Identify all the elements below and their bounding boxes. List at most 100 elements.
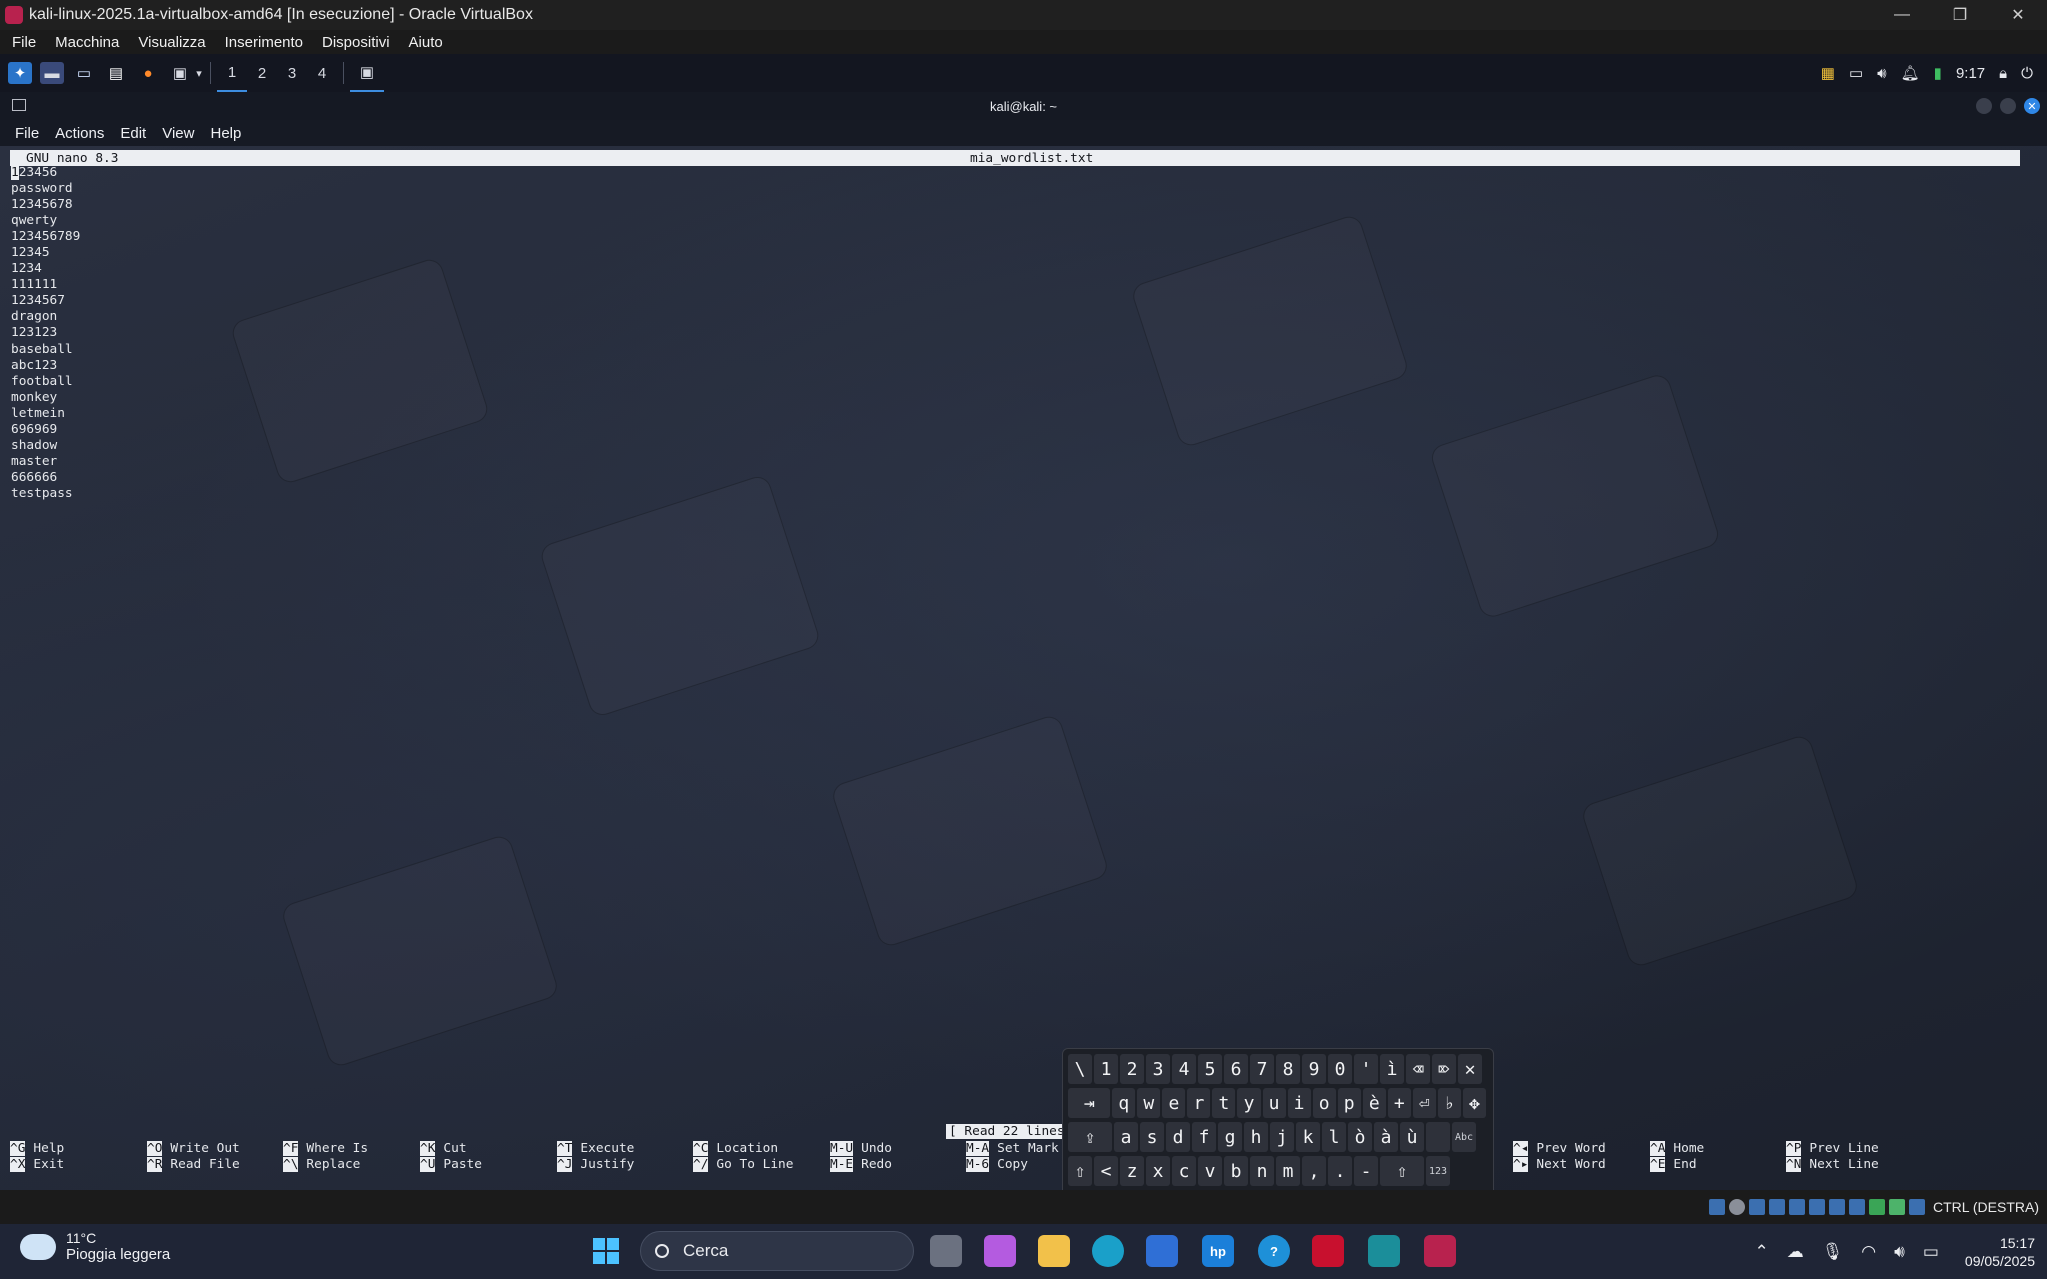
mcafee-icon[interactable] xyxy=(1312,1235,1344,1267)
speaker-icon[interactable]: 🔊︎ xyxy=(1894,1242,1905,1262)
chevron-down-icon[interactable]: ▾ xyxy=(194,62,204,84)
osk-key[interactable]: h xyxy=(1244,1122,1268,1152)
osk-key[interactable]: j xyxy=(1270,1122,1294,1152)
osk-key[interactable]: a xyxy=(1114,1122,1138,1152)
usb-icon[interactable] xyxy=(1788,1199,1805,1215)
weather-widget[interactable]: 11°C Pioggia leggera xyxy=(20,1230,170,1263)
osk-key[interactable]: d xyxy=(1166,1122,1190,1152)
osk-key[interactable]: 2 xyxy=(1120,1054,1144,1084)
terminal-menu-edit[interactable]: Edit xyxy=(120,125,146,142)
osk-key[interactable]: k xyxy=(1296,1122,1320,1152)
vbox-menu-visualizza[interactable]: Visualizza xyxy=(138,34,205,51)
battery-icon[interactable]: ▭ xyxy=(1923,1242,1939,1262)
terminal-menu-actions[interactable]: Actions xyxy=(55,125,104,142)
recording-icon[interactable] xyxy=(1848,1199,1865,1215)
osk-key[interactable]: ⇧ xyxy=(1380,1156,1424,1186)
osk-key[interactable]: q xyxy=(1112,1088,1136,1118)
osk-key[interactable]: b xyxy=(1224,1156,1248,1186)
terminal-maximize-button[interactable] xyxy=(2000,98,2016,114)
text-editor-icon[interactable]: ▤ xyxy=(104,62,128,84)
copilot-icon[interactable] xyxy=(984,1235,1016,1267)
osk-key[interactable]: ⇪ xyxy=(1068,1122,1112,1152)
osk-key[interactable]: f xyxy=(1192,1122,1216,1152)
desktop-icon[interactable]: ▬ xyxy=(40,62,64,84)
osk-key[interactable]: x xyxy=(1146,1156,1170,1186)
workspace-1[interactable]: 1 xyxy=(217,54,247,92)
osk-key[interactable]: , xyxy=(1302,1156,1326,1186)
vbox-menu-aiuto[interactable]: Aiuto xyxy=(409,34,443,51)
vbox-menu-macchina[interactable]: Macchina xyxy=(55,34,119,51)
taskbar-clock[interactable]: 15:17 09/05/2025 xyxy=(1965,1234,2035,1270)
display-icon[interactable] xyxy=(1828,1199,1845,1215)
osk-key[interactable]: l xyxy=(1322,1122,1346,1152)
osk-key[interactable]: ⏎ xyxy=(1412,1088,1436,1118)
osk-key[interactable]: u xyxy=(1262,1088,1286,1118)
osk-key[interactable]: à xyxy=(1374,1122,1398,1152)
osk-key[interactable]: ù xyxy=(1400,1122,1424,1152)
osk-key[interactable]: v xyxy=(1198,1156,1222,1186)
vbox-menu-dispositivi[interactable]: Dispositivi xyxy=(322,34,390,51)
osk-key[interactable]: p xyxy=(1337,1088,1361,1118)
terminal-menu-view[interactable]: View xyxy=(162,125,194,142)
keyboard-capture-icon[interactable] xyxy=(1908,1199,1925,1215)
osk-key[interactable]: n xyxy=(1250,1156,1274,1186)
osk-key[interactable] xyxy=(1426,1122,1450,1152)
microphone-icon[interactable]: 🎙︎ xyxy=(1822,1242,1844,1262)
osk-key[interactable]: r xyxy=(1187,1088,1211,1118)
osk-key[interactable]: ⇧ xyxy=(1068,1156,1092,1186)
file-manager-icon[interactable]: ▭ xyxy=(72,62,96,84)
osk-key[interactable]: w xyxy=(1137,1088,1161,1118)
terminal-body[interactable]: GNU nano 8.3 mia_wordlist.txt 123456 pass… xyxy=(0,146,2047,1228)
shared-folders-icon[interactable] xyxy=(1808,1199,1825,1215)
logout-icon[interactable]: ⏻ xyxy=(2021,65,2033,82)
osk-key[interactable]: ì xyxy=(1380,1054,1404,1084)
lock-icon[interactable]: 🔒︎ xyxy=(1999,65,2007,82)
workspace-2[interactable]: 2 xyxy=(247,54,277,92)
osk-key[interactable]: . xyxy=(1328,1156,1352,1186)
notification-bell-icon[interactable]: 🔔︎ xyxy=(1901,64,1920,82)
volume-icon[interactable]: 🔊︎ xyxy=(1877,65,1886,82)
start-button[interactable] xyxy=(590,1235,622,1267)
edge-icon[interactable] xyxy=(1092,1235,1124,1267)
power-manager-icon[interactable]: ▮ xyxy=(1934,64,1942,82)
osk-key[interactable]: m xyxy=(1276,1156,1300,1186)
vbox-menu-inserimento[interactable]: Inserimento xyxy=(225,34,303,51)
close-button[interactable]: ✕ xyxy=(1989,0,2047,30)
mouse-integration-icon[interactable] xyxy=(1888,1199,1905,1215)
optical-drive-icon[interactable] xyxy=(1728,1199,1745,1215)
osk-key[interactable]: c xyxy=(1172,1156,1196,1186)
vbox-menu-file[interactable]: File xyxy=(12,34,36,51)
taskbar-search[interactable]: Cerca xyxy=(640,1231,914,1271)
osk-key[interactable]: e xyxy=(1162,1088,1186,1118)
osk-key[interactable]: ⌫ xyxy=(1406,1054,1430,1084)
taskbar-terminal-window[interactable]: ▣ xyxy=(350,54,384,92)
osk-key[interactable]: ⇥ xyxy=(1068,1088,1111,1118)
osk-key[interactable]: \ xyxy=(1068,1054,1092,1084)
wifi-icon[interactable]: ◠ xyxy=(1861,1242,1876,1262)
osk-key[interactable]: 123 xyxy=(1426,1156,1450,1186)
osk-key[interactable]: ⌦ xyxy=(1432,1054,1456,1084)
osk-key[interactable]: ♭ xyxy=(1437,1088,1461,1118)
file-explorer-icon[interactable] xyxy=(1038,1235,1070,1267)
osk-key[interactable]: ' xyxy=(1354,1054,1378,1084)
microsoft-store-icon[interactable] xyxy=(1146,1235,1178,1267)
workspace-3[interactable]: 3 xyxy=(277,54,307,92)
network-icon[interactable] xyxy=(1768,1199,1785,1215)
osk-key[interactable]: 0 xyxy=(1328,1054,1352,1084)
osk-key[interactable]: 1 xyxy=(1094,1054,1118,1084)
panel-clock[interactable]: 9:17 xyxy=(1956,65,1985,82)
terminal-close-button[interactable]: ✕ xyxy=(2024,98,2040,114)
osk-key[interactable]: Abc xyxy=(1452,1122,1476,1152)
restore-button[interactable]: ❐ xyxy=(1931,0,1989,30)
terminal-icon[interactable]: ▣ xyxy=(168,62,192,84)
osk-key[interactable]: ✕ xyxy=(1458,1054,1482,1084)
virtualbox-taskbar-icon[interactable] xyxy=(1424,1235,1456,1267)
myhp-icon[interactable]: hp xyxy=(1202,1235,1234,1267)
osk-key[interactable]: ò xyxy=(1348,1122,1372,1152)
cpu-icon[interactable] xyxy=(1868,1199,1885,1215)
terminal-menu-help[interactable]: Help xyxy=(210,125,241,142)
osk-key[interactable]: t xyxy=(1212,1088,1236,1118)
osk-key[interactable]: 7 xyxy=(1250,1054,1274,1084)
firefox-icon[interactable]: ● xyxy=(136,62,160,84)
osk-key[interactable]: z xyxy=(1120,1156,1144,1186)
